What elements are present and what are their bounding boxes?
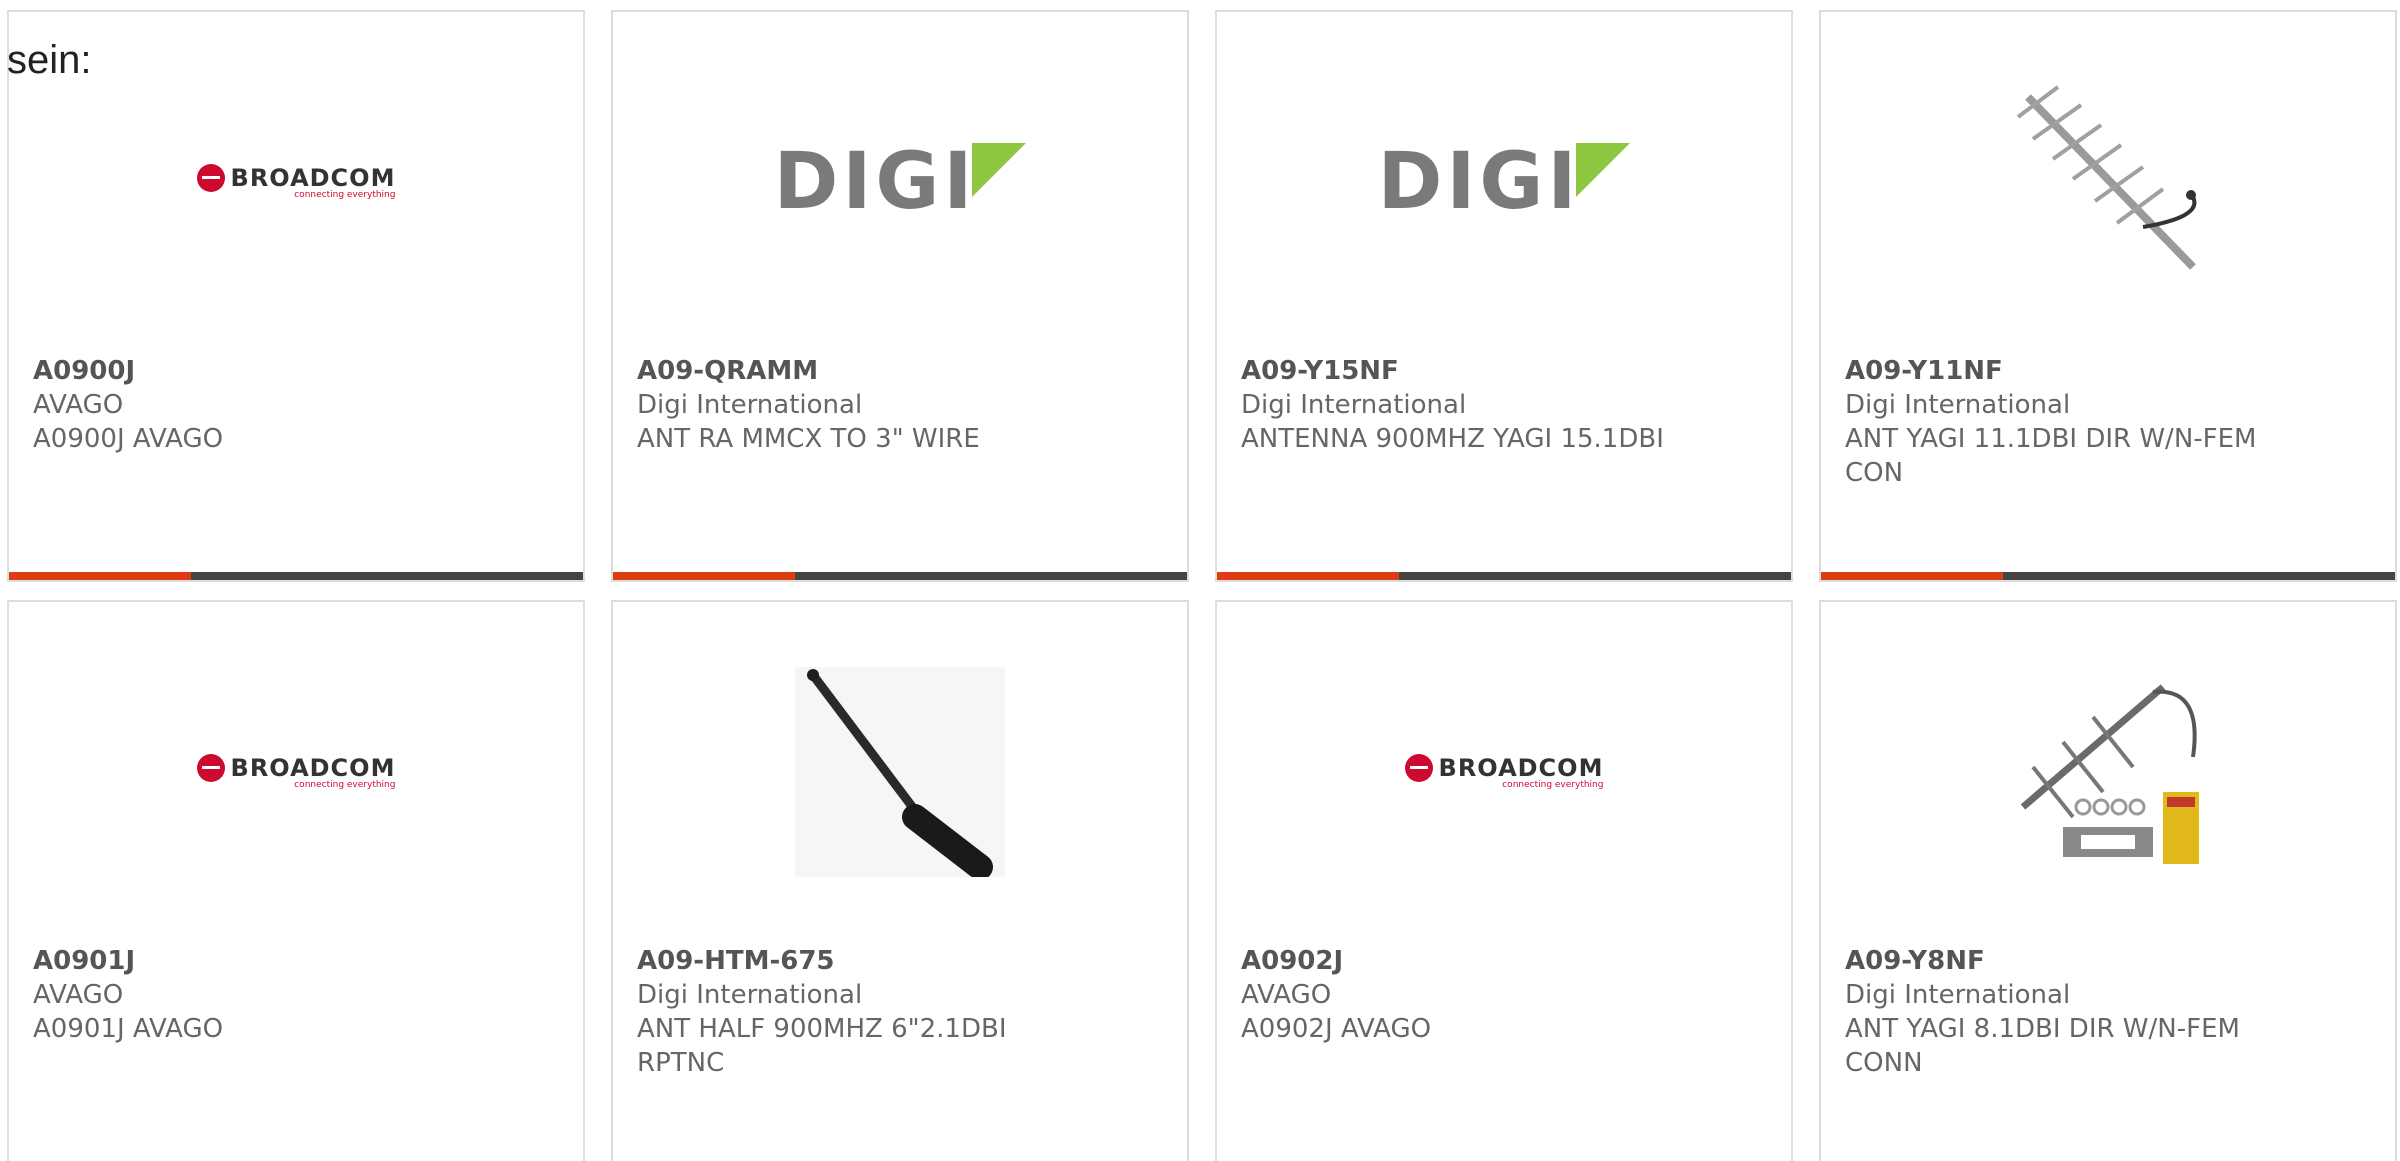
broadcom-wordmark: BROADCOM xyxy=(1438,754,1604,782)
product-image[interactable] xyxy=(1821,72,2395,292)
part-number[interactable]: A0901J xyxy=(33,944,473,978)
digi-wordmark: DIGI xyxy=(1377,137,1581,227)
manufacturer: Digi International xyxy=(637,390,863,420)
manufacturer: Digi International xyxy=(637,980,863,1010)
broadcom-mark-icon xyxy=(1404,754,1433,782)
product-card[interactable]: BROADCOM connecting everything A0901J AV… xyxy=(7,600,585,1161)
broadcom-tagline: connecting everything xyxy=(1502,780,1604,790)
product-card[interactable]: A09-Y11NF Digi International ANT YAGI 11… xyxy=(1819,10,2397,582)
broadcom-logo: BROADCOM connecting everything xyxy=(196,754,396,790)
broadcom-mark-icon xyxy=(196,164,225,192)
product-card[interactable]: DIGI A09-QRAMM Digi International ANT RA… xyxy=(611,10,1189,582)
card-bottom-bar xyxy=(1217,572,1791,580)
product-card[interactable]: A09-HTM-675 Digi International ANT HALF … xyxy=(611,600,1189,1161)
product-card[interactable]: DIGI A09-Y15NF Digi International ANTENN… xyxy=(1215,10,1793,582)
part-number[interactable]: A09-Y11NF xyxy=(1845,354,2285,388)
yagi-kit-photo xyxy=(2003,667,2213,877)
part-number[interactable]: A09-HTM-675 xyxy=(637,944,1077,978)
part-number[interactable]: A0902J xyxy=(1241,944,1681,978)
card-accent-bar xyxy=(9,572,191,580)
part-number[interactable]: A09-Y15NF xyxy=(1241,354,1681,388)
whip-antenna-icon xyxy=(795,667,1005,880)
manufacturer: Digi International xyxy=(1845,980,2071,1010)
digi-logo: DIGI xyxy=(1378,143,1631,221)
card-bottom-bar xyxy=(613,572,1187,580)
product-image[interactable] xyxy=(613,662,1187,882)
card-accent-bar xyxy=(613,572,795,580)
intro-text: sein: xyxy=(7,38,92,82)
manufacturer: Digi International xyxy=(1241,390,1467,420)
product-card[interactable]: BROADCOM connecting everything A0900J AV… xyxy=(7,10,585,582)
product-image[interactable] xyxy=(1821,662,2395,882)
digi-logo: DIGI xyxy=(774,143,1027,221)
description: ANT YAGI 11.1DBI DIR W/N-FEM CON xyxy=(1845,424,2257,488)
product-image[interactable]: BROADCOM connecting everything xyxy=(1217,662,1791,882)
product-image[interactable]: BROADCOM connecting everything xyxy=(9,72,583,292)
description: ANT YAGI 8.1DBI DIR W/N-FEM CONN xyxy=(1845,1014,2240,1078)
broadcom-logo: BROADCOM connecting everything xyxy=(1404,754,1604,790)
description: A0901J AVAGO xyxy=(33,1014,224,1044)
digi-flag-icon xyxy=(972,143,1027,197)
broadcom-wordmark: BROADCOM xyxy=(230,754,396,782)
product-image[interactable]: BROADCOM connecting everything xyxy=(9,662,583,882)
yagi-kit-icon xyxy=(2003,667,2213,877)
whip-antenna-photo xyxy=(795,667,1005,880)
manufacturer: Digi International xyxy=(1845,390,2071,420)
card-bottom-bar xyxy=(1821,572,2395,580)
broadcom-mark-icon xyxy=(196,754,225,782)
card-accent-bar xyxy=(1217,572,1399,580)
product-card[interactable]: A09-Y8NF Digi International ANT YAGI 8.1… xyxy=(1819,600,2397,1161)
broadcom-wordmark: BROADCOM xyxy=(230,164,396,192)
digi-wordmark: DIGI xyxy=(773,137,977,227)
card-accent-bar xyxy=(1821,572,2003,580)
product-image[interactable]: DIGI xyxy=(613,72,1187,292)
broadcom-tagline: connecting everything xyxy=(294,780,396,790)
manufacturer: AVAGO xyxy=(1241,980,1332,1010)
yagi-antenna-photo xyxy=(2003,77,2213,287)
description: ANT RA MMCX TO 3" WIRE xyxy=(637,424,980,454)
part-number[interactable]: A0900J xyxy=(33,354,473,388)
card-bottom-bar xyxy=(9,572,583,580)
description: ANT HALF 900MHZ 6"2.1DBI RPTNC xyxy=(637,1014,1007,1078)
part-number[interactable]: A09-QRAMM xyxy=(637,354,1077,388)
yagi-antenna-icon xyxy=(2003,77,2213,287)
product-card[interactable]: BROADCOM connecting everything A0902J AV… xyxy=(1215,600,1793,1161)
broadcom-logo: BROADCOM connecting everything xyxy=(196,164,396,200)
manufacturer: AVAGO xyxy=(33,980,124,1010)
description: A0900J AVAGO xyxy=(33,424,224,454)
broadcom-tagline: connecting everything xyxy=(294,190,396,200)
manufacturer: AVAGO xyxy=(33,390,124,420)
description: ANTENNA 900MHZ YAGI 15.1DBI xyxy=(1241,424,1664,454)
part-number[interactable]: A09-Y8NF xyxy=(1845,944,2285,978)
product-image[interactable]: DIGI xyxy=(1217,72,1791,292)
description: A0902J AVAGO xyxy=(1241,1014,1432,1044)
digi-flag-icon xyxy=(1576,143,1631,197)
